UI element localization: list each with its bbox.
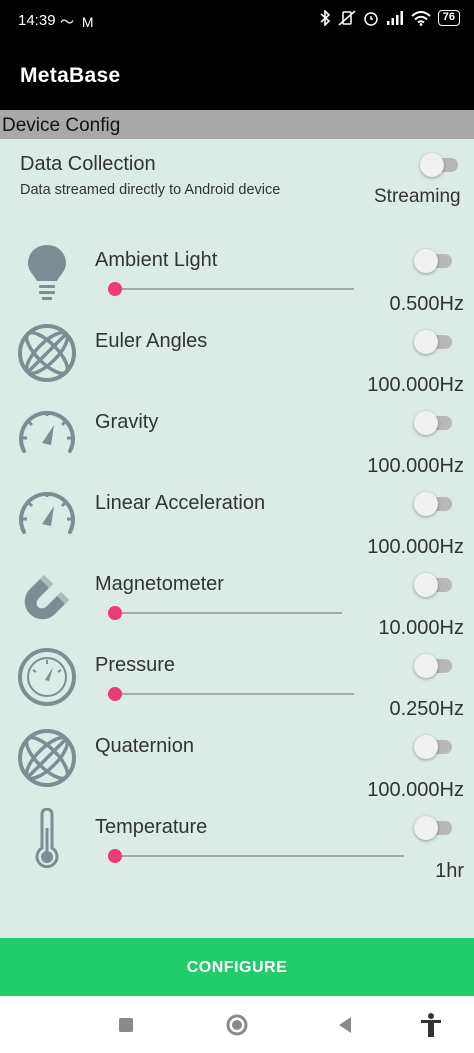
configure-button-label: CONFIGURE xyxy=(186,959,288,976)
data-collection-subtitle: Data streamed directly to Android device xyxy=(20,182,281,198)
slider-thumb[interactable] xyxy=(108,687,122,701)
app-bar: MetaBase xyxy=(0,42,474,110)
battery-indicator: 76 xyxy=(437,10,460,26)
alarm-icon xyxy=(364,12,378,26)
sensor-label: Temperature xyxy=(95,816,208,838)
sensor-label: Gravity xyxy=(95,411,159,433)
sensor-label: Magnetometer xyxy=(95,573,224,595)
speedometer-icon xyxy=(19,410,75,453)
sensor-frequency: 10.000Hz xyxy=(378,617,464,639)
slider-thumb[interactable] xyxy=(108,849,122,863)
sensor-toggle-ambient-light[interactable] xyxy=(414,249,452,273)
sensor-label: Linear Acceleration xyxy=(95,492,266,514)
sensor-row-linear-acceleration: Linear Acceleration 100.000Hz xyxy=(0,480,474,561)
sensor-label: Quaternion xyxy=(95,735,194,757)
status-time: 14:39 xyxy=(18,12,56,29)
back-icon[interactable] xyxy=(330,1010,360,1040)
sensor-slider-temperature[interactable] xyxy=(108,849,404,863)
signal-icon xyxy=(386,11,403,25)
gyro-icon xyxy=(18,729,76,787)
sensor-row-euler-angles: Euler Angles 100.000Hz xyxy=(0,318,474,399)
bluetooth-icon xyxy=(320,10,330,26)
lightbulb-icon xyxy=(28,245,66,300)
status-icons: 76 xyxy=(319,10,460,26)
wifi-icon xyxy=(411,10,431,26)
sensor-toggle-pressure[interactable] xyxy=(414,654,452,678)
slider-thumb[interactable] xyxy=(108,606,122,620)
data-collection-title: Data Collection xyxy=(20,153,156,175)
sensor-label: Pressure xyxy=(95,654,176,676)
sensor-row-temperature: Temperature 1hr xyxy=(0,804,474,885)
sensor-slider-pressure[interactable] xyxy=(108,687,354,701)
sensor-row-gravity: Gravity 100.000Hz xyxy=(0,399,474,480)
notification-icons: 〜 M xyxy=(60,14,96,30)
sensor-toggle-temperature[interactable] xyxy=(414,816,452,840)
gyro-icon xyxy=(18,324,76,382)
configure-button[interactable]: CONFIGURE xyxy=(0,938,474,996)
device-config-panel: Device Config Data Collection Data strea… xyxy=(0,110,474,938)
vibrate-icon xyxy=(338,10,356,26)
speedometer-icon xyxy=(19,491,75,534)
recent-apps-icon[interactable] xyxy=(111,1010,141,1040)
sensor-label: Euler Angles xyxy=(95,330,208,352)
sensor-row-ambient-light: Ambient Light 0.500Hz xyxy=(0,237,474,318)
data-collection-toggle[interactable] xyxy=(420,153,458,177)
app-title: MetaBase xyxy=(20,64,121,87)
sensor-frequency: 100.000Hz xyxy=(367,455,464,477)
sensor-row-quaternion: Quaternion 100.000Hz xyxy=(0,723,474,804)
sensor-toggle-linear-acceleration[interactable] xyxy=(414,492,452,516)
sensor-row-pressure: Pressure 0.250Hz xyxy=(0,642,474,723)
slider-thumb[interactable] xyxy=(108,282,122,296)
magnet-icon xyxy=(24,575,69,620)
sensor-toggle-gravity[interactable] xyxy=(414,411,452,435)
sensor-toggle-quaternion[interactable] xyxy=(414,735,452,759)
pressure-gauge-icon xyxy=(18,648,76,706)
sensor-frequency: 0.500Hz xyxy=(389,293,465,315)
sensor-row-magnetometer: Magnetometer 10.000Hz xyxy=(0,561,474,642)
sensor-frequency: 1hr xyxy=(435,860,464,882)
sensor-toggle-magnetometer[interactable] xyxy=(414,573,452,597)
sensor-toggle-euler-angles[interactable] xyxy=(414,330,452,354)
accessibility-icon[interactable] xyxy=(416,1010,446,1040)
section-title: Device Config xyxy=(2,115,121,136)
system-nav-bar xyxy=(0,996,474,1053)
sensor-slider-magnetometer[interactable] xyxy=(108,606,342,620)
section-header: Device Config xyxy=(0,110,474,139)
status-bar: 14:39 〜 M 76 xyxy=(0,0,474,42)
sensor-frequency: 100.000Hz xyxy=(367,536,464,558)
thermometer-icon xyxy=(35,808,59,869)
home-icon[interactable] xyxy=(222,1010,252,1040)
data-collection-mode: Streaming xyxy=(374,186,461,207)
sensor-frequency: 0.250Hz xyxy=(389,698,465,720)
sensor-label: Ambient Light xyxy=(95,249,218,271)
sensor-slider-ambient-light[interactable] xyxy=(108,282,354,296)
sensor-frequency: 100.000Hz xyxy=(367,779,464,801)
sensor-frequency: 100.000Hz xyxy=(367,374,464,396)
